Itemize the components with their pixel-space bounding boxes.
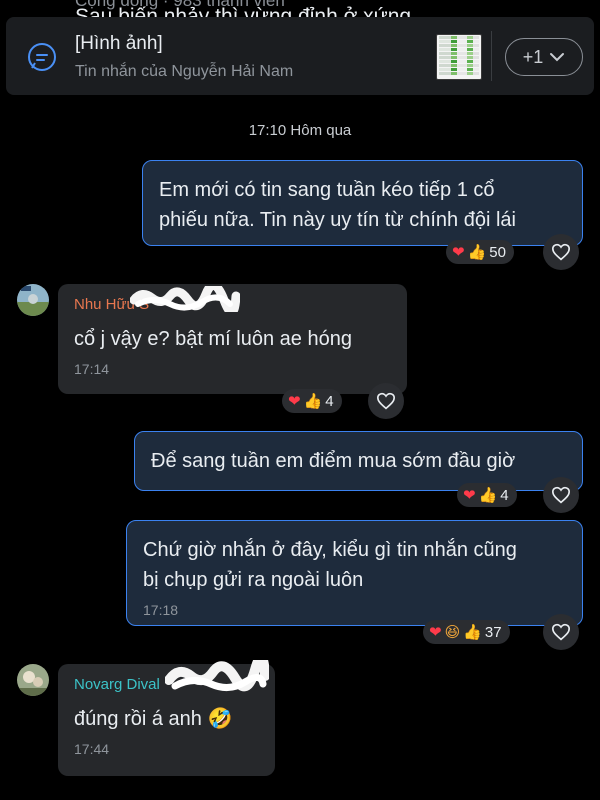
message-text: Em mới có tin sang tuần kéo tiếp 1 cổ ph… bbox=[159, 179, 516, 231]
react-heart-button[interactable] bbox=[543, 614, 579, 650]
thumbs-up-reaction-icon: 👍 bbox=[467, 242, 487, 261]
message-text: cổ j vậy e? bật mí luôn ae hóng bbox=[74, 328, 352, 350]
message-bubble-outgoing[interactable]: Để sang tuần em điểm mua sớm đầu giờ bbox=[134, 431, 583, 491]
message-bubble-outgoing[interactable]: Chứ giờ nhắn ở đây, kiểu gì tin nhắn cũn… bbox=[126, 520, 583, 626]
reaction-summary[interactable]: ❤ 👍 50 bbox=[446, 240, 514, 264]
pinned-image-thumbnail[interactable] bbox=[436, 34, 482, 80]
pinned-more-label: +1 bbox=[522, 46, 544, 67]
message-text: Để sang tuần em điểm mua sớm đầu giờ bbox=[151, 450, 516, 472]
reaction-summary[interactable]: ❤ 😆 👍 37 bbox=[423, 620, 510, 644]
message-text: Chứ giờ nhắn ở đây, kiểu gì tin nhắn cũn… bbox=[143, 539, 517, 591]
reaction-count: 4 bbox=[500, 486, 509, 504]
avatar[interactable] bbox=[17, 664, 49, 696]
react-heart-button[interactable] bbox=[543, 477, 579, 513]
pinned-message-bar[interactable]: [Hình ảnh] Tin nhắn của Nguyễn Hải Nam +… bbox=[6, 17, 594, 95]
react-heart-button[interactable] bbox=[543, 234, 579, 270]
reaction-count: 37 bbox=[484, 623, 502, 641]
reaction-count: 50 bbox=[489, 243, 506, 261]
message-time: 17:18 bbox=[143, 602, 179, 618]
thumbs-up-reaction-icon: 👍 bbox=[463, 622, 482, 641]
message-time: 17:14 bbox=[74, 361, 110, 377]
react-heart-button[interactable] bbox=[368, 383, 404, 419]
pinned-divider bbox=[491, 31, 492, 81]
heart-reaction-icon: ❤ bbox=[429, 622, 442, 641]
redaction-scribble bbox=[165, 660, 269, 692]
heart-outline-icon bbox=[551, 486, 571, 504]
message-time: 17:44 bbox=[74, 741, 110, 757]
redaction-scribble bbox=[130, 286, 240, 312]
heart-reaction-icon: ❤ bbox=[463, 485, 476, 504]
reaction-summary[interactable]: ❤ 👍 4 bbox=[282, 389, 342, 413]
time-separator: 17:10 Hôm qua bbox=[248, 122, 352, 139]
chat-header-cutoff: Cộng đồng · 983 thành viên Sau biến nhảy… bbox=[0, 0, 600, 18]
heart-reaction-icon: ❤ bbox=[452, 242, 465, 261]
chat-bubble-icon bbox=[28, 43, 56, 71]
message-bubble-outgoing[interactable]: Em mới có tin sang tuần kéo tiếp 1 cổ ph… bbox=[142, 160, 583, 246]
laugh-reaction-icon: 😆 bbox=[444, 622, 461, 641]
reaction-count: 4 bbox=[325, 392, 334, 410]
reaction-summary[interactable]: ❤ 👍 4 bbox=[457, 483, 517, 507]
thumbs-up-reaction-icon: 👍 bbox=[303, 391, 323, 410]
heart-outline-icon bbox=[551, 243, 571, 261]
heart-reaction-icon: ❤ bbox=[288, 391, 301, 410]
chevron-down-icon bbox=[550, 53, 565, 62]
heart-outline-icon bbox=[551, 623, 571, 641]
heart-outline-icon bbox=[376, 392, 396, 410]
pinned-title: [Hình ảnh] bbox=[75, 33, 163, 54]
pinned-more-button[interactable]: +1 bbox=[505, 38, 583, 76]
thumbs-up-reaction-icon: 👍 bbox=[478, 485, 498, 504]
avatar[interactable] bbox=[17, 284, 49, 316]
message-text: đúng rồi á anh 🤣 bbox=[74, 708, 233, 730]
pinned-subtitle: Tin nhắn của Nguyễn Hải Nam bbox=[75, 63, 294, 80]
